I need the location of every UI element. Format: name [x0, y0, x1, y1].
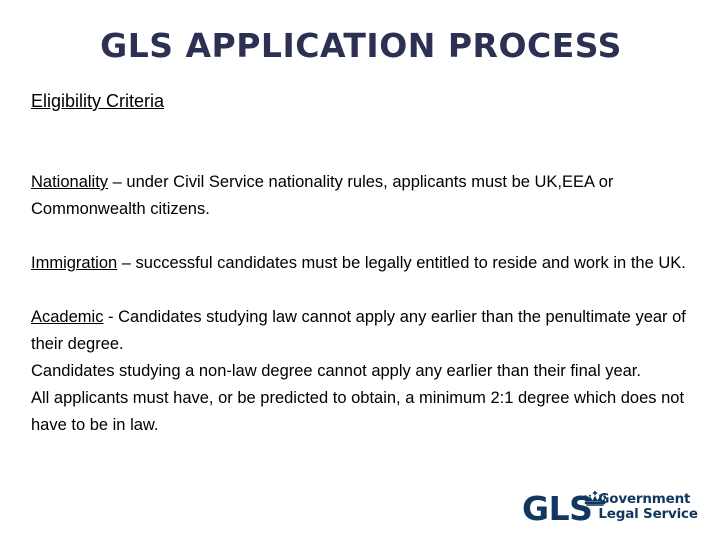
- immigration-paragraph: Immigration – successful candidates must…: [31, 250, 691, 277]
- gls-wordmark-line2: Legal Service: [598, 505, 698, 522]
- content-body: Eligibility Criteria Nationality – under…: [31, 88, 691, 439]
- academic-paragraph: Academic - Candidates studying law canno…: [31, 304, 691, 358]
- academic-nonlaw-paragraph: Candidates studying a non-law degree can…: [31, 362, 641, 380]
- academic-term: Academic: [31, 308, 104, 326]
- gls-wordmark-line1: Government: [598, 491, 691, 507]
- immigration-term: Immigration: [31, 254, 118, 272]
- academic-text: - Candidates studying law cannot apply a…: [31, 308, 686, 353]
- immigration-text: – successful candidates must be legally …: [117, 254, 686, 272]
- gls-acronym-wrap: GLS: [522, 491, 606, 525]
- academic-degree-paragraph: All applicants must have, or be predicte…: [31, 389, 685, 434]
- slide: GLS APPLICATION PROCESS Eligibility Crit…: [0, 0, 720, 540]
- eligibility-criteria-label: Eligibility Criteria: [31, 91, 165, 111]
- eligibility-criteria-heading: Eligibility Criteria: [31, 88, 691, 115]
- gls-acronym: GLS: [522, 489, 593, 528]
- gls-logo: GLS Government Legal Service: [522, 477, 698, 525]
- nationality-paragraph: Nationality – under Civil Service nation…: [31, 169, 691, 223]
- nationality-text: – under Civil Service nationality rules,…: [31, 173, 614, 218]
- page-title: GLS APPLICATION PROCESS: [100, 26, 622, 65]
- nationality-term: Nationality: [31, 173, 109, 191]
- gls-wordmark: Government Legal Service: [598, 491, 698, 522]
